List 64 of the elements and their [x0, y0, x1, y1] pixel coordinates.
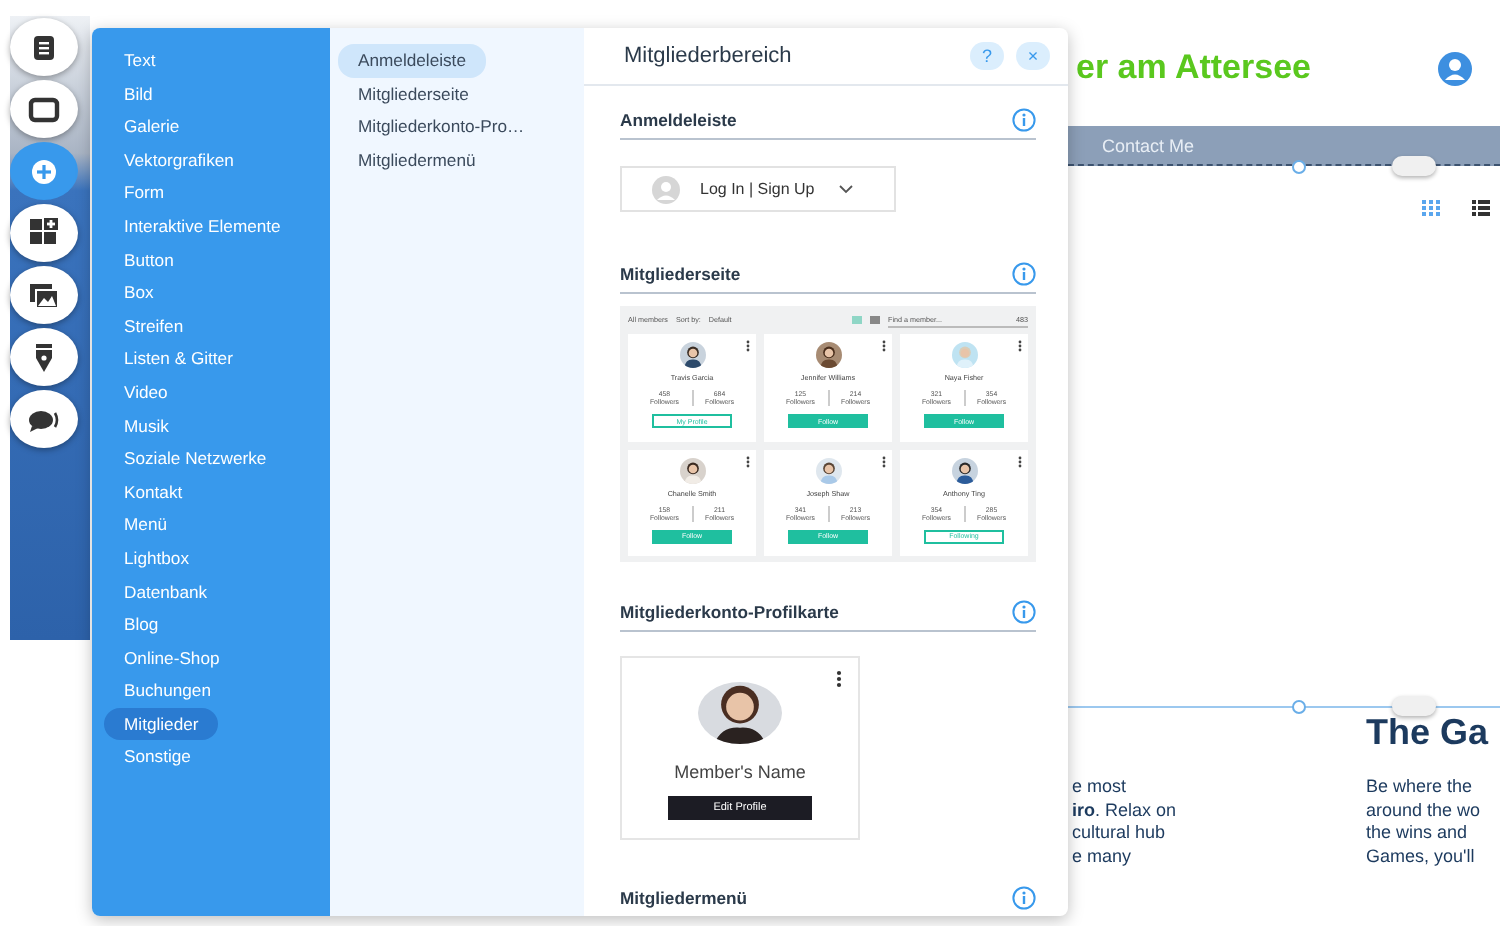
section-heading: The Ga	[1366, 714, 1489, 750]
user-icon[interactable]	[1438, 52, 1472, 86]
category-item[interactable]: Galerie	[104, 110, 200, 144]
info-icon[interactable]	[1012, 600, 1036, 624]
section-title: Mitgliederkonto-Profilkarte	[620, 602, 839, 622]
category-item[interactable]: Listen & Gitter	[104, 342, 253, 376]
stretch-handle[interactable]	[1392, 696, 1436, 716]
category-item[interactable]: Button	[104, 243, 194, 277]
category-item[interactable]: Datenbank	[104, 575, 228, 609]
category-item[interactable]: Kontakt	[104, 475, 203, 509]
category-item[interactable]: Video	[104, 375, 188, 410]
info-icon[interactable]	[1012, 108, 1036, 132]
category-item[interactable]: Soziale Netzwerke	[104, 442, 287, 476]
login-label: Log In | Sign Up	[700, 180, 815, 198]
category-item[interactable]: Menü	[104, 508, 187, 542]
body-text: e many	[1072, 845, 1134, 869]
body-text: the wins and	[1366, 822, 1470, 846]
list-view-icon	[870, 316, 880, 324]
avatar-icon	[652, 175, 680, 203]
close-button[interactable]: ×	[1016, 42, 1050, 70]
subcategory-item[interactable]: Anmeldeleiste	[338, 44, 486, 78]
category-item[interactable]: Online-Shop	[104, 641, 240, 675]
body-text: iro. Relax on	[1072, 799, 1177, 823]
category-item[interactable]: Mitglieder	[104, 707, 219, 741]
more-icon	[836, 670, 842, 688]
nav-item[interactable]: Contact Me	[1102, 135, 1195, 155]
category-item[interactable]: Sonstige	[104, 740, 211, 775]
section-title: Mitgliedermenü	[620, 888, 748, 908]
category-item[interactable]: Form	[104, 176, 185, 210]
category-item[interactable]: Vektorgrafiken	[104, 143, 254, 177]
category-item[interactable]: Streifen	[104, 309, 204, 343]
section-title: Mitgliederseite	[620, 264, 741, 284]
member-name: Member's Name	[674, 762, 806, 782]
category-item[interactable]: Bild	[104, 77, 173, 111]
anchor-handle[interactable]	[1292, 160, 1306, 174]
login-bar-preview[interactable]: Log In | Sign Up	[620, 166, 896, 212]
subcategory-item[interactable]: Mitgliederkonto-Pro…	[338, 110, 545, 144]
grid-view-icon	[852, 316, 862, 324]
category-item[interactable]: Buchungen	[104, 674, 231, 708]
category-item[interactable]: Box	[104, 276, 174, 310]
panel-title: Mitgliederbereich	[624, 44, 794, 68]
subcategory-item[interactable]: Mitgliederseite	[338, 77, 489, 111]
stretch-handle[interactable]	[1392, 156, 1436, 176]
anchor-handle[interactable]	[1292, 700, 1306, 714]
category-item[interactable]: Blog	[104, 608, 179, 642]
body-text: Games, you'll	[1366, 845, 1477, 869]
body-text: cultural hub	[1072, 822, 1168, 846]
body-text: e most	[1072, 776, 1129, 800]
category-item[interactable]: Interaktive Elemente	[104, 209, 301, 244]
chevron-down-icon	[838, 184, 855, 194]
section-title: Anmeldeleiste	[620, 110, 737, 130]
help-button[interactable]: ?	[970, 42, 1004, 70]
category-item[interactable]: Text	[104, 44, 176, 78]
info-icon[interactable]	[1012, 262, 1036, 286]
subcategory-item[interactable]: Mitgliedermenü	[338, 143, 496, 177]
body-text: around the wo	[1366, 799, 1481, 823]
category-item[interactable]: Musik	[104, 409, 189, 443]
body-text: Be where the	[1366, 776, 1475, 800]
site-title: er am Attersee	[1076, 48, 1311, 88]
info-icon[interactable]	[1012, 886, 1036, 910]
list-icon[interactable]	[1472, 200, 1490, 216]
grid-icon[interactable]	[1422, 200, 1440, 216]
members-page-preview[interactable]	[620, 306, 1036, 562]
category-item[interactable]: Lightbox	[104, 541, 209, 575]
